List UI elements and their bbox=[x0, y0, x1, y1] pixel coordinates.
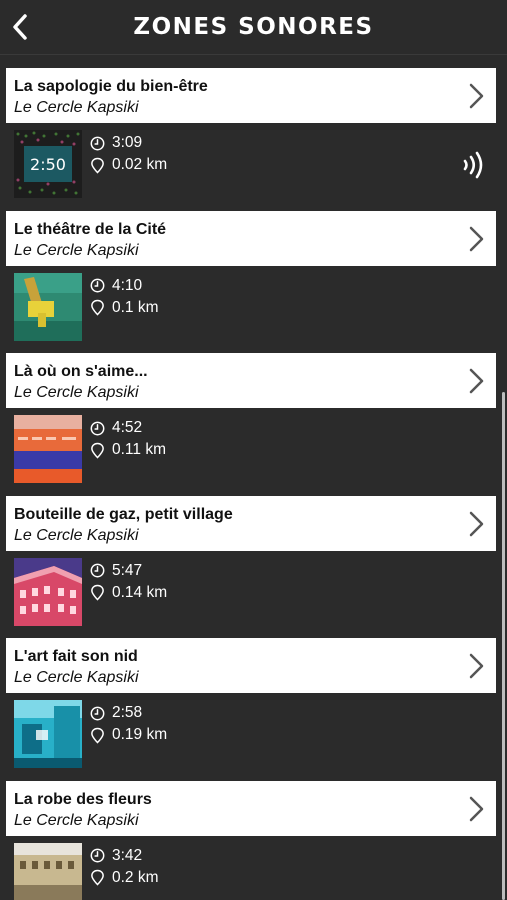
sound-zone-author: Le Cercle Kapsiki bbox=[14, 669, 139, 686]
sound-zone-thumbnail[interactable] bbox=[14, 700, 82, 768]
sound-zone-card[interactable]: Le théâtre de la Cité Le Cercle Kapsiki bbox=[6, 210, 496, 266]
sound-zone-thumbnail[interactable] bbox=[14, 272, 82, 341]
sound-zone-author: Le Cercle Kapsiki bbox=[14, 99, 139, 116]
header-bar: ZONES SONORES bbox=[0, 0, 507, 55]
sound-zone-thumbnail[interactable] bbox=[14, 557, 82, 626]
sound-zone-title: La robe des fleurs bbox=[14, 790, 152, 808]
duration-text: 4:10 bbox=[112, 276, 143, 294]
thumbnail-image bbox=[14, 557, 82, 626]
chevron-right-icon bbox=[469, 226, 484, 251]
sound-zone-title: Le théâtre de la Cité bbox=[14, 220, 167, 238]
list-item: La robe des fleurs Le Cercle Kapsiki 3:4… bbox=[0, 780, 507, 900]
location-pin-icon bbox=[91, 727, 104, 744]
sound-zone-author: Le Cercle Kapsiki bbox=[14, 526, 139, 544]
clock-icon bbox=[90, 278, 105, 293]
chevron-right-icon bbox=[469, 368, 484, 394]
distance-text: 0.11 km bbox=[112, 441, 166, 458]
sound-zone-author: Le Cercle Kapsiki bbox=[14, 384, 139, 401]
sound-zone-author: Le Cercle Kapsiki bbox=[14, 241, 139, 259]
chevron-right-icon bbox=[469, 83, 484, 109]
location-pin-icon bbox=[91, 869, 104, 886]
list-item: Le théâtre de la Cité Le Cercle Kapsiki bbox=[0, 210, 507, 354]
clock-icon bbox=[90, 563, 105, 578]
playback-time: 2:50 bbox=[30, 154, 66, 174]
sound-zone-thumbnail[interactable] bbox=[14, 415, 82, 483]
sound-wave-icon[interactable] bbox=[459, 148, 489, 182]
sound-zone-title: L'art fait son nid bbox=[14, 648, 138, 665]
duration-text: 3:42 bbox=[112, 846, 143, 864]
sound-zone-meta: 2:58 0.19 km bbox=[90, 702, 167, 746]
thumbnail-image bbox=[14, 700, 82, 768]
sound-zone-card[interactable]: Là où on s'aime... Le Cercle Kapsiki bbox=[6, 353, 496, 408]
distance-text: 0.2 km bbox=[112, 868, 159, 886]
sound-zone-meta: 3:09 0.02 km bbox=[90, 132, 167, 176]
app-screen: ZONES SONORES La sapologie du bien-être … bbox=[0, 0, 507, 900]
chevron-right-icon bbox=[469, 796, 484, 821]
clock-icon bbox=[90, 706, 105, 720]
sound-zone-title: La sapologie du bien-être bbox=[14, 78, 208, 95]
sound-zone-card[interactable]: Bouteille de gaz, petit village Le Cercl… bbox=[6, 495, 496, 551]
chevron-left-icon bbox=[13, 14, 27, 40]
duration-text: 3:09 bbox=[112, 134, 143, 151]
chevron-right-icon bbox=[469, 511, 484, 536]
thumbnail-image bbox=[14, 415, 82, 483]
thumbnail-image bbox=[14, 272, 82, 341]
sound-zone-meta: 3:42 0.2 km bbox=[90, 845, 159, 889]
sound-zone-thumbnail[interactable] bbox=[14, 842, 82, 900]
duration-text: 2:58 bbox=[112, 704, 143, 721]
clock-icon bbox=[90, 848, 105, 863]
sound-zone-card[interactable]: La sapologie du bien-être Le Cercle Kaps… bbox=[6, 68, 496, 123]
list-item: Bouteille de gaz, petit village Le Cercl… bbox=[0, 495, 507, 639]
location-pin-icon bbox=[91, 584, 104, 601]
sound-zone-meta: 4:52 0.11 km bbox=[90, 417, 166, 461]
thumbnail-image bbox=[14, 842, 82, 900]
scrollbar[interactable] bbox=[502, 392, 505, 900]
list-item: La sapologie du bien-être Le Cercle Kaps… bbox=[0, 68, 507, 211]
distance-text: 0.1 km bbox=[112, 298, 159, 316]
sound-zone-author: Le Cercle Kapsiki bbox=[14, 811, 139, 829]
sound-zone-meta: 5:47 0.14 km bbox=[90, 560, 167, 604]
back-button[interactable] bbox=[6, 12, 34, 42]
clock-icon bbox=[90, 136, 105, 150]
location-pin-icon bbox=[91, 442, 104, 459]
duration-text: 4:52 bbox=[112, 419, 143, 436]
sound-zone-card[interactable]: La robe des fleurs Le Cercle Kapsiki bbox=[6, 780, 496, 836]
list-item: Là où on s'aime... Le Cercle Kapsiki 4:5… bbox=[0, 353, 507, 496]
duration-text: 5:47 bbox=[112, 561, 143, 579]
distance-text: 0.14 km bbox=[112, 583, 168, 601]
sound-zone-thumbnail[interactable]: 2:50 bbox=[14, 130, 82, 198]
list-item: L'art fait son nid Le Cercle Kapsiki 2:5… bbox=[0, 638, 507, 781]
chevron-right-icon bbox=[469, 653, 484, 679]
distance-text: 0.02 km bbox=[112, 156, 168, 173]
location-pin-icon bbox=[91, 299, 104, 316]
page-title: ZONES SONORES bbox=[133, 14, 374, 40]
sound-zone-title: Là où on s'aime... bbox=[14, 363, 148, 380]
sound-zone-list: La sapologie du bien-être Le Cercle Kaps… bbox=[0, 68, 507, 900]
location-pin-icon bbox=[91, 157, 104, 174]
sound-zone-title: Bouteille de gaz, petit village bbox=[14, 505, 233, 523]
sound-zone-card[interactable]: L'art fait son nid Le Cercle Kapsiki bbox=[6, 638, 496, 693]
clock-icon bbox=[90, 421, 105, 435]
sound-zone-meta: 4:10 0.1 km bbox=[90, 275, 159, 319]
distance-text: 0.19 km bbox=[112, 726, 168, 743]
